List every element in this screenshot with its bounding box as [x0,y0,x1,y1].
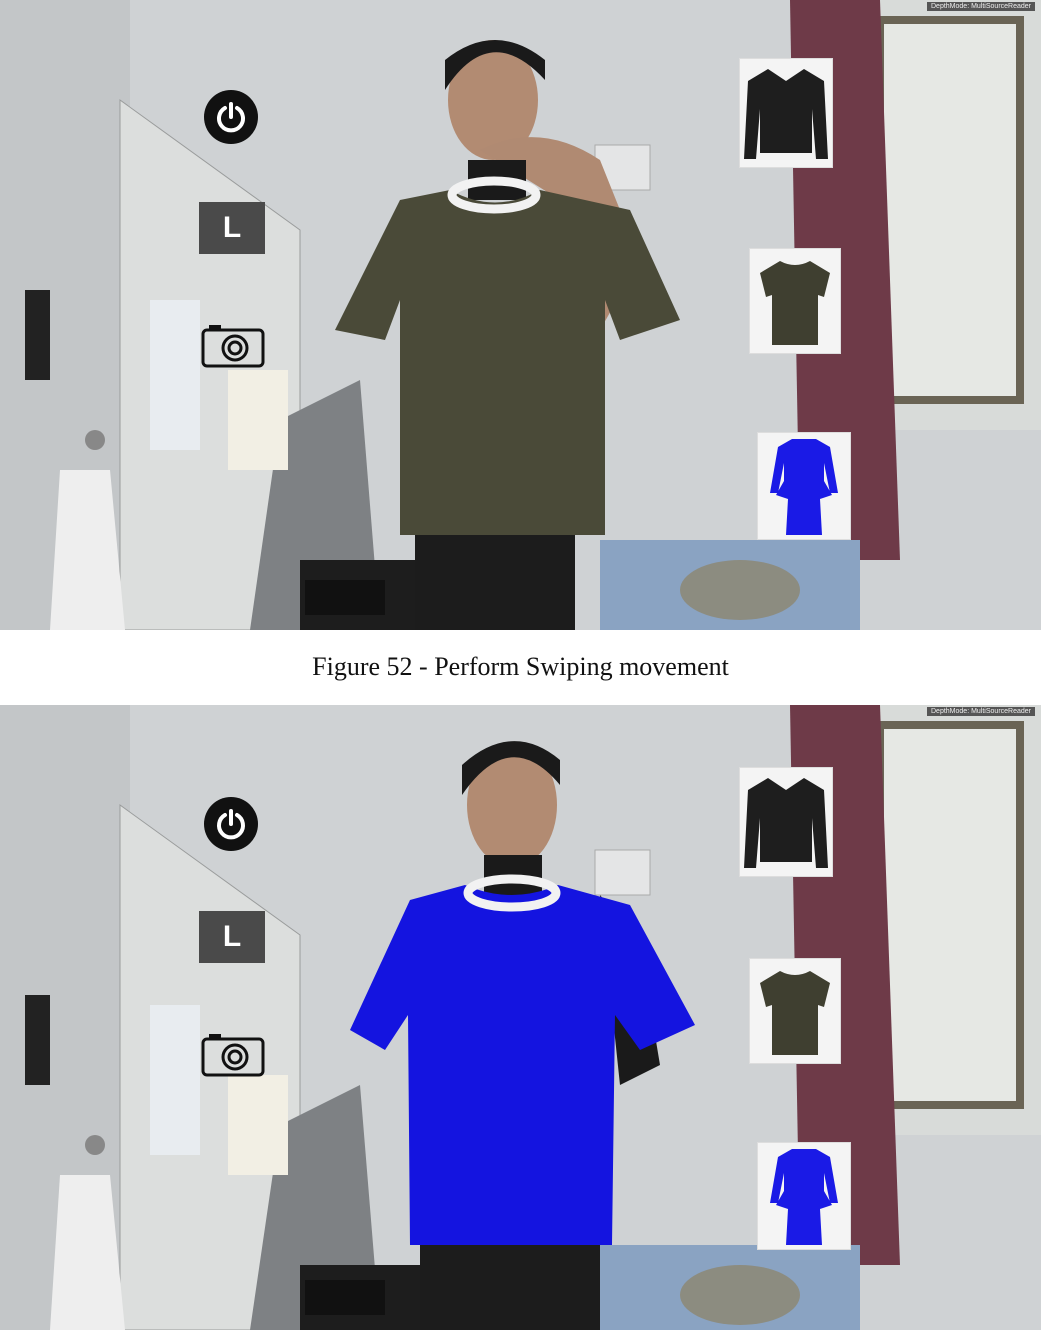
tshirt-icon [760,971,830,1055]
camera-feed-frame-bottom: L DepthMode: MultiSourceReader [0,705,1041,1330]
clothing-thumb-blue-dress[interactable] [757,1142,851,1250]
size-button[interactable]: L [199,202,265,254]
clothing-thumb-black-sweater[interactable] [739,767,833,877]
sweater-icon [744,778,828,868]
clothing-thumb-olive-tshirt[interactable] [749,248,841,354]
clothing-thumb-olive-tshirt[interactable] [749,958,841,1064]
camera-icon[interactable] [201,1031,265,1077]
room-background [0,705,1041,1330]
power-icon[interactable] [204,90,258,144]
depth-mode-label: DepthMode: MultiSourceReader [927,2,1035,11]
depth-mode-label: DepthMode: MultiSourceReader [927,707,1035,716]
clothing-thumb-black-sweater[interactable] [739,58,833,168]
size-button[interactable]: L [199,911,265,963]
camera-feed-frame-top: L DepthMode: MultiSourceReader [0,0,1041,630]
dress-icon [770,1149,838,1245]
room-background [0,0,1041,630]
figure-caption: Figure 52 - Perform Swiping movement [312,652,729,681]
dress-icon [770,439,838,535]
power-icon[interactable] [204,797,258,851]
sweater-icon [744,69,828,159]
clothing-thumb-blue-dress[interactable] [757,432,851,540]
camera-icon[interactable] [201,322,265,368]
tshirt-icon [760,261,830,345]
